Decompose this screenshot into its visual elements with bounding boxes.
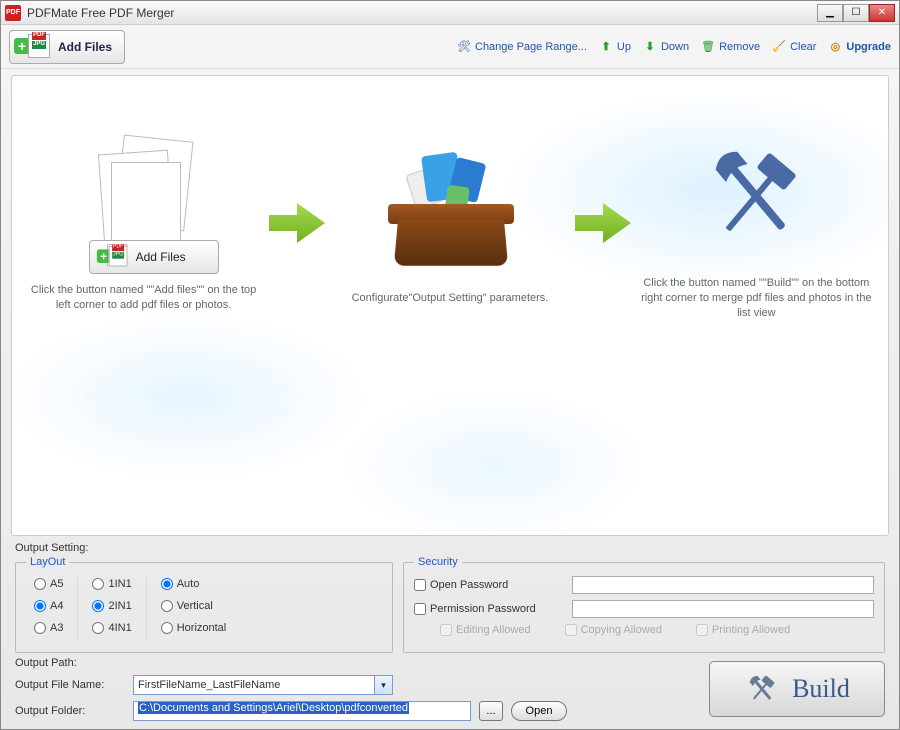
remove-button[interactable]: 🗑 Remove — [701, 40, 760, 54]
step-1-illustration: PDF JPG + PDFJPG Add Files — [24, 133, 264, 273]
layout-legend: LayOut — [26, 556, 69, 568]
change-page-range-label: Change Page Range... — [475, 41, 587, 53]
open-password-checkbox[interactable]: Open Password — [414, 579, 564, 591]
mini-add-files-button[interactable]: + PDFJPG Add Files — [89, 240, 219, 274]
arrow-icon — [573, 201, 633, 245]
down-label: Down — [661, 41, 689, 53]
maximize-button[interactable]: ☐ — [843, 4, 869, 22]
tools-icon: 🛠 — [457, 40, 471, 54]
toolbar: + PDF JPG Add Files 🛠 Change Page Range.… — [1, 25, 899, 69]
build-button[interactable]: Build — [709, 661, 885, 717]
titlebar: PDF PDFMate Free PDF Merger ▁ ☐ ✕ — [1, 1, 899, 25]
steps-row: PDF JPG + PDFJPG Add Files Click the but… — [22, 126, 878, 321]
security-legend: Security — [414, 556, 462, 568]
up-label: Up — [617, 41, 631, 53]
output-file-name-value: FirstFileName_LastFileName — [138, 679, 280, 691]
up-button[interactable]: ⬆ Up — [599, 40, 631, 54]
clear-button[interactable]: 🧹 Clear — [772, 40, 816, 54]
radio-4in1[interactable]: 4IN1 — [92, 622, 131, 634]
clear-icon: 🧹 — [772, 40, 786, 54]
step-3-illustration — [636, 126, 876, 266]
trash-icon: 🗑 — [701, 40, 715, 54]
permission-password-input[interactable] — [572, 600, 874, 618]
arrow-down-icon: ⬇ — [643, 40, 657, 54]
output-folder-input[interactable]: C:\Documents and Settings\Ariel\Desktop\… — [133, 701, 471, 721]
add-files-icon: + PDF JPG — [14, 34, 52, 60]
down-button[interactable]: ⬇ Down — [643, 40, 689, 54]
radio-2in1[interactable]: 2IN1 — [92, 600, 131, 612]
upgrade-button[interactable]: ◎ Upgrade — [828, 40, 891, 54]
radio-horizontal[interactable]: Horizontal — [161, 622, 227, 634]
radio-a4[interactable]: A4 — [34, 600, 63, 612]
toolbar-actions: 🛠 Change Page Range... ⬆ Up ⬇ Down 🗑 Rem… — [457, 40, 891, 54]
chevron-down-icon: ▾ — [374, 676, 392, 694]
radio-vertical[interactable]: Vertical — [161, 600, 227, 612]
window-title: PDFMate Free PDF Merger — [27, 6, 817, 20]
layout-fieldset: LayOut A5 A4 A3 1IN1 2IN1 4IN1 — [15, 556, 393, 653]
build-label: Build — [792, 674, 850, 704]
add-files-icon: + PDFJPG — [96, 246, 128, 268]
output-setting-section: Output Setting: LayOut A5 A4 A3 1IN1 2IN… — [1, 536, 899, 653]
app-window: PDF PDFMate Free PDF Merger ▁ ☐ ✕ + PDF … — [0, 0, 900, 730]
step-3: Click the button named ""Build"" on the … — [636, 126, 876, 321]
step-2: Configurate"Output Setting" parameters. — [330, 141, 570, 306]
add-files-button[interactable]: + PDF JPG Add Files — [9, 30, 125, 64]
output-folder-label: Output Folder: — [15, 705, 125, 717]
app-icon: PDF — [5, 5, 21, 21]
add-files-label: Add Files — [58, 40, 112, 54]
radio-1in1[interactable]: 1IN1 — [92, 578, 131, 590]
remove-label: Remove — [719, 41, 760, 53]
upgrade-icon: ◎ — [828, 40, 842, 54]
mini-add-files-label: Add Files — [136, 250, 186, 264]
step-1-text: Click the button named ""Add files"" on … — [24, 283, 264, 313]
printing-allowed-checkbox[interactable]: Printing Allowed — [696, 624, 790, 636]
output-file-name-label: Output File Name: — [15, 679, 125, 691]
change-page-range-button[interactable]: 🛠 Change Page Range... — [457, 40, 587, 54]
open-password-input[interactable] — [572, 576, 874, 594]
step-2-illustration — [330, 141, 570, 281]
step-3-text: Click the button named ""Build"" on the … — [636, 276, 876, 321]
copying-allowed-checkbox[interactable]: Copying Allowed — [565, 624, 662, 636]
upgrade-label: Upgrade — [846, 41, 891, 53]
editing-allowed-checkbox[interactable]: Editing Allowed — [440, 624, 531, 636]
open-button[interactable]: Open — [511, 701, 567, 721]
window-controls: ▁ ☐ ✕ — [817, 4, 895, 22]
build-icon — [744, 671, 780, 707]
step-1: PDF JPG + PDFJPG Add Files Click the but… — [24, 133, 264, 313]
output-setting-label: Output Setting: — [15, 542, 885, 554]
step-2-text: Configurate"Output Setting" parameters. — [330, 291, 570, 306]
main-area: PDF JPG + PDFJPG Add Files Click the but… — [11, 75, 889, 536]
close-button[interactable]: ✕ — [869, 4, 895, 22]
permission-password-checkbox[interactable]: Permission Password — [414, 603, 564, 615]
clear-label: Clear — [790, 41, 816, 53]
browse-button[interactable]: ... — [479, 701, 503, 721]
radio-auto[interactable]: Auto — [161, 578, 227, 590]
radio-a5[interactable]: A5 — [34, 578, 63, 590]
minimize-button[interactable]: ▁ — [817, 4, 843, 22]
arrow-icon — [267, 201, 327, 245]
radio-a3[interactable]: A3 — [34, 622, 63, 634]
output-folder-value: C:\Documents and Settings\Ariel\Desktop\… — [138, 702, 409, 714]
bottom-section: Output Path: Output File Name: FirstFile… — [1, 653, 899, 729]
wrench-hammer-icon — [696, 136, 816, 256]
arrow-up-icon: ⬆ — [599, 40, 613, 54]
security-fieldset: Security Open Password Permission Passwo… — [403, 556, 885, 653]
output-file-name-combo[interactable]: FirstFileName_LastFileName ▾ — [133, 675, 393, 695]
